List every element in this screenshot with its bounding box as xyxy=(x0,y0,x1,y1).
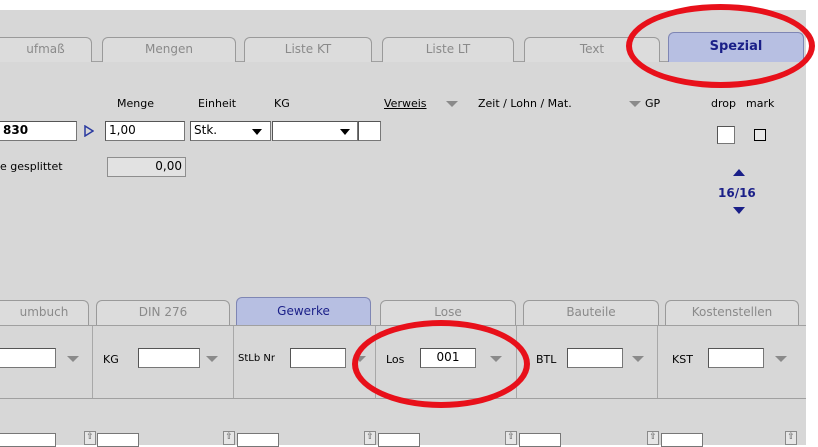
tab-spezial[interactable]: Spezial xyxy=(668,32,804,62)
expand-icon[interactable]: ⇧ xyxy=(84,431,96,445)
kg-filter-dropdown-icon[interactable] xyxy=(206,356,218,362)
los-filter-dropdown-icon[interactable] xyxy=(490,356,502,362)
expand-icon[interactable]: ⇧ xyxy=(647,431,659,445)
filter-separator xyxy=(233,326,234,398)
tab-kostenstellen[interactable]: Kostenstellen xyxy=(665,300,799,325)
mark-checkbox[interactable] xyxy=(754,129,766,141)
expand-icon[interactable]: ⇧ xyxy=(505,431,517,445)
play-triangle-icon[interactable] xyxy=(84,125,94,137)
btl-filter-label: BTL xyxy=(536,353,557,366)
stlb-filter-dropdown-icon[interactable] xyxy=(354,356,366,362)
tab-label: umbuch xyxy=(19,305,69,319)
tab-label: Text xyxy=(579,42,605,56)
expand-icon[interactable]: ⇧ xyxy=(223,431,235,445)
tab-umbuch[interactable]: umbuch xyxy=(0,300,89,325)
tab-text[interactable]: Text xyxy=(524,37,660,62)
gewerk-dropdown-icon[interactable] xyxy=(67,356,79,362)
position-number-field[interactable]: 830 xyxy=(0,121,77,141)
kg-dropdown-icon[interactable] xyxy=(340,129,350,135)
tab-label: Liste KT xyxy=(284,42,332,56)
bottom-tab-baseline xyxy=(0,325,806,326)
header-zeit-lohn-mat: Zeit / Lohn / Mat. xyxy=(478,97,572,110)
stlb-filter-label: StLb Nr xyxy=(238,353,275,364)
tab-bauteile[interactable]: Bauteile xyxy=(523,300,659,325)
header-kg: KG xyxy=(274,97,290,110)
tab-din-276[interactable]: DIN 276 xyxy=(96,300,230,325)
pager-up-icon[interactable] xyxy=(733,169,745,176)
btl-filter-dropdown-icon[interactable] xyxy=(632,356,644,362)
einheit-value: Stk. xyxy=(194,123,218,137)
btl-filter-select[interactable] xyxy=(567,348,623,368)
stlb-filter-select[interactable] xyxy=(290,348,346,368)
kst-filter-dropdown-icon[interactable] xyxy=(775,356,787,362)
menge-value: 1,00 xyxy=(109,123,136,137)
header-einheit: Einheit xyxy=(198,97,237,110)
tab-label: ufmaß xyxy=(26,42,65,56)
kg-filter-label: KG xyxy=(103,353,119,366)
tab-label: Mengen xyxy=(145,42,193,56)
split-value-field: 0,00 xyxy=(107,157,186,177)
kg-filter-select[interactable] xyxy=(138,348,200,368)
tab-lose[interactable]: Lose xyxy=(380,300,516,325)
filter-separator xyxy=(92,326,93,398)
tab-gewerke[interactable]: Gewerke xyxy=(236,297,371,326)
verweis-dropdown-icon[interactable] xyxy=(446,101,458,107)
tab-liste-lt[interactable]: Liste LT xyxy=(382,37,514,62)
menge-field[interactable]: 1,00 xyxy=(105,121,185,141)
expand-icon[interactable]: ⇧ xyxy=(364,431,376,445)
pager-text: 16/16 xyxy=(718,186,756,200)
tab-label: Liste LT xyxy=(425,42,471,56)
gewerk-select[interactable] xyxy=(0,348,56,368)
tab-label: Bauteile xyxy=(566,305,616,319)
filter-separator xyxy=(375,326,376,398)
header-gp: GP xyxy=(645,97,661,110)
split-label: e gesplittet xyxy=(0,160,63,173)
filter-separator xyxy=(657,326,658,398)
tab-label: Lose xyxy=(434,305,462,319)
zeit-dropdown-icon[interactable] xyxy=(629,101,641,107)
header-menge: Menge xyxy=(117,97,154,110)
header-verweis[interactable]: Verweis xyxy=(384,97,427,110)
header-mark: mark xyxy=(746,97,775,110)
filter-row-bottom-line xyxy=(0,398,806,399)
split-value: 0,00 xyxy=(155,159,182,173)
tab-mengen[interactable]: Mengen xyxy=(102,37,236,62)
pager-down-icon[interactable] xyxy=(733,207,745,214)
expand-icon[interactable]: ⇧ xyxy=(785,431,797,445)
verweis-field[interactable] xyxy=(358,121,381,141)
tab-label: Gewerke xyxy=(277,304,330,318)
tab-label: Spezial xyxy=(709,39,763,54)
einheit-dropdown-icon[interactable] xyxy=(252,129,262,135)
drop-checkbox[interactable] xyxy=(717,126,735,144)
los-filter-select[interactable]: 001 xyxy=(420,348,476,368)
kst-filter-select[interactable] xyxy=(708,348,764,368)
header-drop: drop xyxy=(711,97,736,110)
tab-label: DIN 276 xyxy=(138,305,188,319)
los-filter-label: Los xyxy=(386,353,405,366)
position-number: 830 xyxy=(3,123,29,137)
filter-separator xyxy=(516,326,517,398)
tab-aufmass[interactable]: ufmaß xyxy=(0,37,92,62)
tab-label: Kostenstellen xyxy=(691,305,773,319)
tab-liste-kt[interactable]: Liste KT xyxy=(244,37,372,62)
main-panel xyxy=(0,10,806,445)
los-filter-value: 001 xyxy=(436,350,460,364)
kst-filter-label: KST xyxy=(672,353,693,366)
